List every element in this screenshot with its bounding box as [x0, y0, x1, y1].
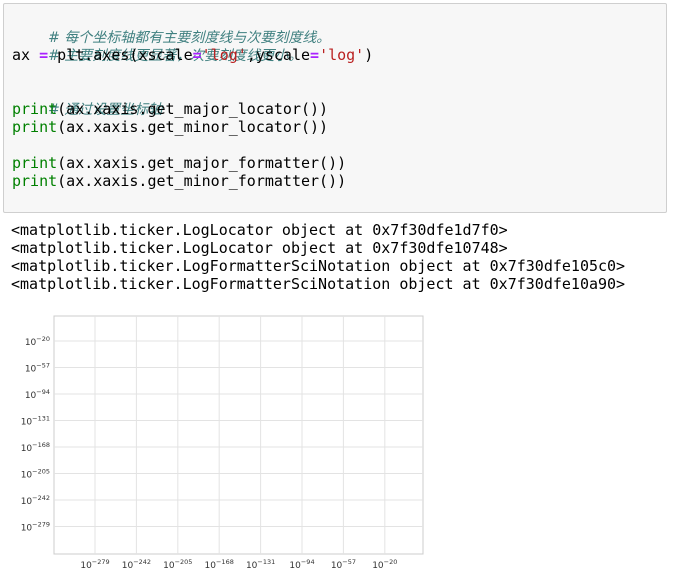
- code-cell-input[interactable]: # 每个坐标轴都有主要刻度线与次要刻度线。 # 主要刻度线更显著，次要刻度线更小…: [3, 3, 667, 213]
- code-operator: =: [192, 46, 202, 64]
- code-operator: =: [39, 46, 49, 64]
- x-tick-label: 10−94: [289, 558, 314, 571]
- output-line: <matplotlib.ticker.LogLocator object at …: [11, 239, 508, 257]
- code-token: ,yscale: [246, 46, 311, 64]
- code-token: (ax.xaxis.get_major_formatter()): [57, 154, 347, 172]
- code-token: ): [364, 46, 374, 64]
- x-tick-label: 10−131: [246, 558, 275, 571]
- y-tick-label: 10−57: [25, 362, 50, 375]
- log-log-plot: 10−279 10−242 10−205 10−168 10−131 10−94 10−57…: [21, 315, 424, 571]
- code-keyword: print: [12, 172, 58, 190]
- code-token: (ax.xaxis.get_minor_formatter()): [57, 172, 347, 190]
- code-keyword: print: [12, 154, 58, 172]
- code-string: 'log': [319, 46, 365, 64]
- x-tick-label: 10−242: [122, 558, 151, 571]
- y-tick-label: 10−20: [25, 335, 50, 348]
- plot-area: [53, 315, 424, 555]
- y-tick-label: 10−94: [25, 388, 50, 401]
- code-keyword: print: [12, 118, 58, 136]
- code-token: (ax.xaxis.get_minor_locator()): [57, 118, 329, 136]
- output-line: <matplotlib.ticker.LogLocator object at …: [11, 221, 508, 239]
- code-operator: =: [310, 46, 320, 64]
- code-string: 'log': [201, 46, 247, 64]
- x-tick-label: 10−279: [80, 558, 109, 571]
- code-token: ax: [12, 46, 40, 64]
- code-line-axes: ax = plt.axes(xscale='log',yscale='log'): [12, 46, 373, 64]
- y-tick-label: 10−205: [21, 468, 50, 481]
- x-tick-label: 10−57: [331, 558, 356, 571]
- y-tick-label: 10−279: [21, 521, 50, 534]
- y-tick-label: 10−242: [21, 494, 50, 507]
- code-comment-line: # 主要刻度线更显著，次要刻度线更小。: [12, 28, 302, 64]
- x-tick-label: 10−205: [163, 558, 192, 571]
- code-comment-line: # 每个坐标轴都有主要刻度线与次要刻度线。: [12, 10, 330, 46]
- x-tick-label: 10−20: [372, 558, 397, 571]
- x-tick-label: 10−168: [205, 558, 234, 571]
- output-line: <matplotlib.ticker.LogFormatterSciNotati…: [11, 275, 626, 293]
- y-tick-label: 10−131: [21, 415, 50, 428]
- output-line: <matplotlib.ticker.LogFormatterSciNotati…: [11, 257, 626, 275]
- y-tick-label: 10−168: [21, 441, 50, 454]
- code-line-print: print(ax.xaxis.get_minor_formatter()): [12, 172, 346, 190]
- code-token: plt.axes(xscale: [48, 46, 193, 64]
- code-line-print: print(ax.xaxis.get_major_locator()): [12, 100, 328, 118]
- code-token: (ax.xaxis.get_major_locator()): [57, 100, 329, 118]
- code-line-print: print(ax.xaxis.get_minor_locator()): [12, 118, 328, 136]
- code-keyword: print: [12, 100, 58, 118]
- code-line-print: print(ax.xaxis.get_major_formatter()): [12, 154, 346, 172]
- code-comment-line: # 通过设置坐标轴: [12, 82, 162, 118]
